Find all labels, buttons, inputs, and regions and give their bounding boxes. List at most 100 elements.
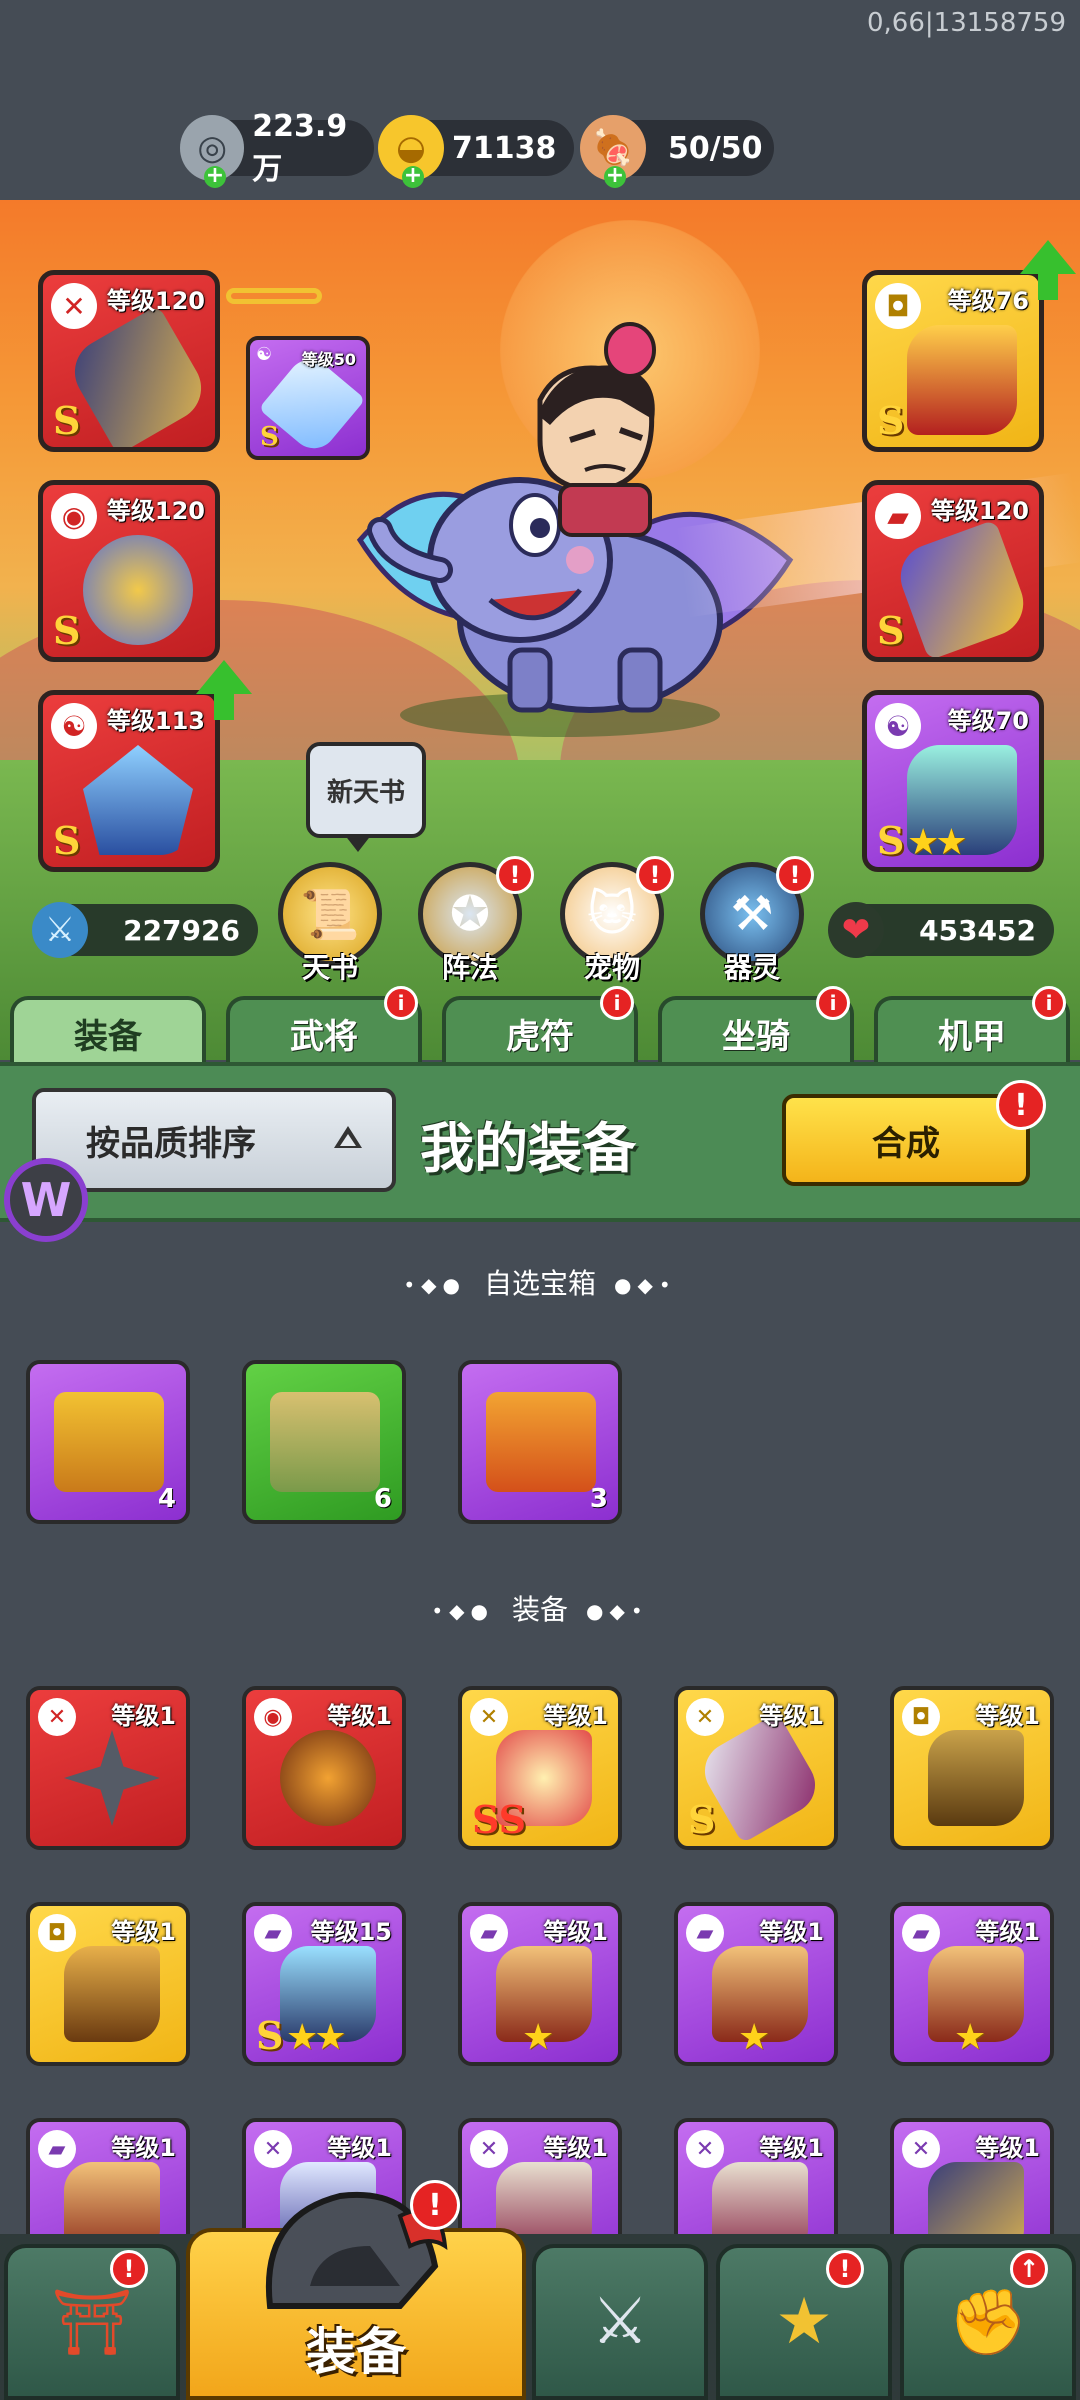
sort-by-quality-button[interactable]: 按品质排序 xyxy=(32,1088,396,1192)
add-stamina-icon[interactable]: + xyxy=(604,165,626,188)
level-label: 等级1 xyxy=(111,1702,176,1730)
sword-icon: ✕ xyxy=(902,2130,940,2168)
level-label: 等级120 xyxy=(930,497,1029,525)
add-silver-icon[interactable]: + xyxy=(204,165,226,188)
gold-resource[interactable]: ◒ 71138 + xyxy=(378,115,574,188)
chest-icon xyxy=(54,1392,164,1492)
alert-badge-icon: i xyxy=(1032,986,1066,1020)
level-label: 等级76 xyxy=(947,287,1029,315)
equipment-item[interactable]: ▰ 等级1 ★ xyxy=(458,1902,622,2066)
dots-decoration: ●◆• xyxy=(614,1273,677,1297)
synthesize-button[interactable]: 合成 xyxy=(782,1094,1030,1186)
equip-slot-armor[interactable]: ◘ 等级76 S xyxy=(862,270,1044,452)
equipment-item[interactable]: ◘ 等级1 xyxy=(26,1902,190,2066)
nav-battle-button[interactable]: ⚔ xyxy=(532,2244,708,2400)
crossed-swords-icon: ⚔ xyxy=(591,2285,649,2359)
equip-slot-boots[interactable]: ☯ 等级70 S ★★ xyxy=(862,690,1044,872)
equipment-art xyxy=(62,304,214,447)
equip-slot-helmet[interactable]: ☯ 等级113 S xyxy=(38,690,220,872)
level-label: 等级1 xyxy=(975,1702,1040,1730)
star-rating-icon: ★ xyxy=(522,2017,554,2058)
level-label: 等级1 xyxy=(759,1918,824,1946)
stamina-resource[interactable]: 🍖 50/50 + xyxy=(580,115,774,188)
star-rating-icon: ★★ xyxy=(286,2017,347,2058)
level-label: 等级1 xyxy=(543,1918,608,1946)
level-label: 等级1 xyxy=(543,2134,608,2162)
dots-decoration: •◆● xyxy=(431,1599,494,1623)
alert-badge-icon: i xyxy=(816,986,850,1020)
level-label: 等级1 xyxy=(759,1702,824,1730)
yin-yang-icon: ☯ xyxy=(256,344,273,365)
hp-value: 453452 xyxy=(919,913,1036,947)
cat-icon: 🐱 xyxy=(586,886,638,942)
nav-adventure-button[interactable]: ★ xyxy=(716,2244,892,2400)
alert-badge-icon: ! xyxy=(826,2250,864,2288)
alert-badge-icon: ! xyxy=(996,1080,1046,1130)
upgrade-badge-icon: ↑ xyxy=(1010,2250,1048,2288)
sword-icon: ✕ xyxy=(38,1698,76,1736)
grade-label: S xyxy=(877,398,905,443)
chest-icon xyxy=(486,1392,596,1492)
sword-icon: ⚔ xyxy=(32,902,88,958)
dots-decoration: ●◆• xyxy=(586,1599,649,1623)
selectable-chest[interactable]: 4 xyxy=(26,1360,190,1524)
sword-icon: ✕ xyxy=(686,1698,724,1736)
grade-label: S xyxy=(53,398,81,443)
equipment-item[interactable]: ✕ 等级1 xyxy=(26,1686,190,1850)
equipment-item[interactable]: ✕ 等级1 S xyxy=(674,1686,838,1850)
equip-slot-weapon[interactable]: ✕ 等级120 S xyxy=(38,270,220,452)
equipment-item[interactable]: ◉ 等级1 xyxy=(242,1686,406,1850)
medal-icon: ◉ xyxy=(51,493,97,539)
alert-badge-icon: ! xyxy=(496,856,534,894)
armor-icon: ◘ xyxy=(38,1914,76,1952)
chests-section-title: •◆● 自选宝箱 ●◆• xyxy=(0,1262,1080,1302)
gold-value: 71138 xyxy=(452,130,557,166)
equipment-title-text: 装备 xyxy=(511,1593,568,1626)
equipment-item[interactable]: ▰ 等级15 S ★★ xyxy=(242,1902,406,2066)
necklace-icon xyxy=(280,1730,376,1826)
hammer-icon: ⚒ xyxy=(730,886,774,942)
equipment-item[interactable]: ◘ 等级1 xyxy=(890,1686,1054,1850)
grade-label: S xyxy=(688,1797,716,1842)
sword-icon: ✕ xyxy=(254,2130,292,2168)
star-rating-icon: ★ xyxy=(738,2017,770,2058)
belt-icon: ▰ xyxy=(902,1914,940,1952)
equip-slot-amulet[interactable]: 等级50 S ☯ xyxy=(246,336,370,460)
equipment-item[interactable]: ✕ 等级1 SS xyxy=(458,1686,622,1850)
tab-equipment[interactable]: 装备 xyxy=(10,996,206,1066)
upgrade-arrow-icon xyxy=(1020,240,1076,300)
bird-stars-icon: ★ xyxy=(775,2285,833,2359)
fist-growth-icon: ✊ xyxy=(948,2285,1028,2360)
selectable-chest[interactable]: 3 xyxy=(458,1360,622,1524)
level-label: 等级1 xyxy=(111,1918,176,1946)
synthesize-label: 合成 xyxy=(872,1123,940,1164)
heart-icon: ❤ xyxy=(828,902,884,958)
tooltip-pointer xyxy=(344,834,372,852)
item-count: 3 xyxy=(589,1484,608,1514)
level-label: 等级120 xyxy=(106,497,205,525)
equipment-art xyxy=(891,519,1033,657)
silver-resource[interactable]: ◎ 223.9万 + xyxy=(180,109,374,188)
equipment-item[interactable]: ▰ 等级1 ★ xyxy=(890,1902,1054,2066)
equip-slot-necklace[interactable]: ◉ 等级120 S xyxy=(38,480,220,662)
chest-icon xyxy=(270,1392,380,1492)
shuriken-icon xyxy=(64,1730,160,1826)
nav-city-button[interactable]: ⛩ xyxy=(4,2244,180,2400)
equip-slot-belt[interactable]: ▰ 等级120 S xyxy=(862,480,1044,662)
equipment-item[interactable]: ▰ 等级1 ★ xyxy=(674,1902,838,2066)
armor-icon xyxy=(928,1730,1024,1826)
sword-icon: ✕ xyxy=(470,1698,508,1736)
level-label: 等级1 xyxy=(975,2134,1040,2162)
sword-icon: ✕ xyxy=(470,2130,508,2168)
overlay-w-logo-icon[interactable]: W xyxy=(4,1158,88,1242)
level-label: 等级1 xyxy=(543,1702,608,1730)
formation-label: 阵法 xyxy=(441,951,498,984)
belt-icon: ▰ xyxy=(686,1914,724,1952)
alert-badge-icon: ! xyxy=(636,856,674,894)
nav-upgrade-button[interactable]: ✊ xyxy=(900,2244,1076,2400)
selectable-chest[interactable]: 6 xyxy=(242,1360,406,1524)
compass-icon: ✪ xyxy=(449,886,491,942)
medal-icon: ◉ xyxy=(254,1698,292,1736)
add-gold-icon[interactable]: + xyxy=(402,165,424,188)
level-label: 等级1 xyxy=(327,2134,392,2162)
